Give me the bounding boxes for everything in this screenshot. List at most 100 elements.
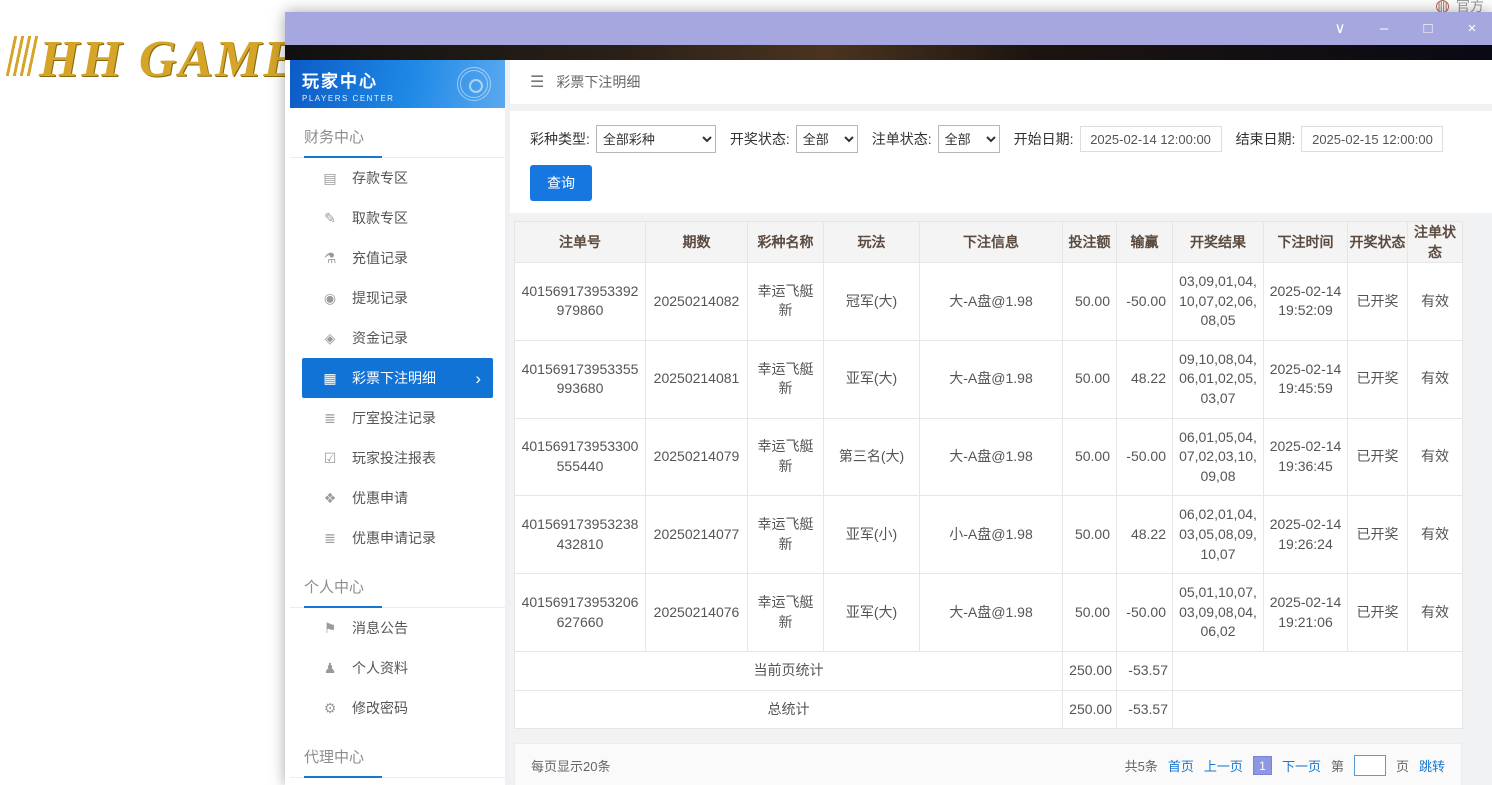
sidebar-item-label: 存款专区 [352, 168, 408, 188]
promo-icon: ❖ [322, 490, 338, 507]
cell-bet_info: 小-A盘@1.98 [920, 496, 1063, 574]
cell-lottery: 幸运飞艇新 [748, 340, 824, 418]
sidebar-item-label: 彩票下注明细 [352, 368, 436, 388]
withdraw-icon: ✎ [322, 210, 338, 227]
page-jump-input[interactable] [1354, 755, 1386, 776]
prev-page-link[interactable]: 上一页 [1204, 756, 1243, 775]
main-content: ☰ 彩票下注明细 彩种类型: 全部彩种 开奖状态: 全部 注单状态: 全部 [510, 60, 1492, 785]
window-body: 玩家中心 PLAYERS CENTER 财务中心▤存款专区✎取款专区⚗充值记录◉… [285, 60, 1492, 785]
cell-order_no: 401569173953392979860 [515, 263, 646, 341]
lottery-type-select[interactable]: 全部彩种 [596, 125, 716, 153]
sidebar-item-deposit[interactable]: ▤存款专区 [290, 158, 505, 198]
cell-amount: 50.00 [1063, 263, 1117, 341]
sidebar-item-label: 资金记录 [352, 328, 408, 348]
window-minimize-button[interactable]: – [1376, 21, 1392, 36]
sidebar-item-announcements[interactable]: ⚑消息公告 [290, 608, 505, 648]
column-header-lottery: 彩种名称 [748, 222, 824, 263]
order-status-select[interactable]: 全部 [938, 125, 1000, 153]
cell-order_status: 有效 [1408, 496, 1463, 574]
total-summary-row: 总统计250.00-53.57 [515, 690, 1463, 729]
promo-record-icon: ≣ [322, 530, 338, 547]
sidebar-item-withdrawal-record[interactable]: ◉ 提现记录 [290, 278, 505, 318]
table-header-row: 注单号期数彩种名称玩法下注信息投注额输赢开奖结果下注时间开奖状态注单状态 [515, 222, 1463, 263]
table-row: 40156917395323843281020250214077幸运飞艇新亚军(… [515, 496, 1463, 574]
cell-win_loss: 48.22 [1117, 340, 1173, 418]
cell-order_no: 401569173953355993680 [515, 340, 646, 418]
cell-amount: 50.00 [1063, 418, 1117, 496]
end-date-input[interactable] [1301, 126, 1443, 152]
cell-order_status: 有效 [1408, 574, 1463, 652]
sidebar-item-change-password[interactable]: ⚙修改密码 [290, 688, 505, 728]
cell-lottery: 幸运飞艇新 [748, 418, 824, 496]
sidebar-item-player-bet-report[interactable]: ☑玩家投注报表 [290, 438, 505, 478]
cell-draw_status: 已开奖 [1348, 574, 1408, 652]
sidebar-item-funds-record[interactable]: ◈ 资金记录 [290, 318, 505, 358]
cell-order_status: 有效 [1408, 418, 1463, 496]
total-count-text: 共5条 [1125, 756, 1158, 775]
page-size-text: 每页显示20条 [531, 756, 610, 775]
menu-icon[interactable]: ☰ [530, 72, 544, 92]
sidebar-item-promo-apply-record[interactable]: ≣ 优惠申请记录 [290, 518, 505, 558]
table-row: 40156917395330055544020250214079幸运飞艇新第三名… [515, 418, 1463, 496]
sidebar-item-label: 厅室投注记录 [352, 408, 436, 428]
sidebar-item-hall-bet-record[interactable]: ≣厅室投注记录 [290, 398, 505, 438]
column-header-result: 开奖结果 [1173, 222, 1264, 263]
bets-table: 注单号期数彩种名称玩法下注信息投注额输赢开奖结果下注时间开奖状态注单状态4015… [514, 221, 1463, 729]
current-page-indicator[interactable]: 1 [1253, 756, 1272, 775]
sidebar-item-label: 优惠申请记录 [352, 528, 436, 548]
sidebar-item-profile[interactable]: ♟个人资料 [290, 648, 505, 688]
site-logo: HH GAME [10, 30, 300, 89]
order-status-label: 注单状态: [872, 129, 932, 149]
next-page-link[interactable]: 下一页 [1282, 756, 1321, 775]
logo-text: HH GAME [39, 31, 300, 88]
app-window: ∨ – □ × 玩家中心 PLAYERS CENTER 财务中心▤存款专区✎取款… [285, 12, 1492, 785]
page-title: 彩票下注明细 [556, 72, 640, 92]
cell-bet_time: 2025-02-14 19:45:59 [1264, 340, 1348, 418]
jump-suffix-label: 页 [1396, 756, 1409, 775]
cell-amount: 50.00 [1063, 574, 1117, 652]
cell-order_no: 401569173953300555440 [515, 418, 646, 496]
sidebar-section-title-1: 财务中心 [290, 114, 505, 158]
first-page-link[interactable]: 首页 [1168, 756, 1194, 775]
end-date-label: 结束日期: [1236, 129, 1296, 149]
column-header-bet_time: 下注时间 [1264, 222, 1348, 263]
cell-lottery: 幸运飞艇新 [748, 263, 824, 341]
sidebar-item-label: 玩家投注报表 [352, 448, 436, 468]
sidebar-nav: 财务中心▤存款专区✎取款专区⚗充值记录◉提现记录◈资金记录▦彩票下注明细›≣厅室… [290, 114, 505, 778]
cell-result: 03,09,01,04,10,07,02,06,08,05 [1173, 263, 1264, 341]
summary-label: 当前页统计 [515, 651, 1063, 690]
summary-winloss: -53.57 [1117, 651, 1173, 690]
sidebar: 玩家中心 PLAYERS CENTER 财务中心▤存款专区✎取款专区⚗充值记录◉… [285, 60, 510, 785]
start-date-input[interactable] [1080, 126, 1222, 152]
cell-lottery: 幸运飞艇新 [748, 496, 824, 574]
table-row: 40156917395339297986020250214082幸运飞艇新冠军(… [515, 263, 1463, 341]
cell-period: 20250214079 [646, 418, 748, 496]
withdrawal-record-icon: ◉ [322, 290, 338, 307]
cell-play: 亚军(大) [824, 574, 920, 652]
draw-status-select[interactable]: 全部 [796, 125, 858, 153]
jump-button[interactable]: 跳转 [1419, 756, 1445, 775]
sidebar-item-promo-apply[interactable]: ❖优惠申请 [290, 478, 505, 518]
sidebar-item-lottery-bet-detail[interactable]: ▦彩票下注明细› [302, 358, 493, 398]
window-maximize-button[interactable]: □ [1420, 21, 1436, 36]
cell-bet_info: 大-A盘@1.98 [920, 418, 1063, 496]
window-close-button[interactable]: × [1464, 21, 1480, 36]
sidebar-item-label: 修改密码 [352, 698, 408, 718]
lottery-type-label: 彩种类型: [530, 129, 590, 149]
sidebar-item-label: 充值记录 [352, 248, 408, 268]
sidebar-item-withdraw[interactable]: ✎取款专区 [290, 198, 505, 238]
search-button[interactable]: 查询 [530, 165, 592, 201]
cell-order_no: 401569173953206627660 [515, 574, 646, 652]
cell-play: 冠军(大) [824, 263, 920, 341]
sidebar-section-title-2: 个人中心 [290, 564, 505, 608]
sidebar-item-recharge-record[interactable]: ⚗充值记录 [290, 238, 505, 278]
column-header-win_loss: 输赢 [1117, 222, 1173, 263]
funds-record-icon: ◈ [322, 330, 338, 347]
cell-result: 09,10,08,04,06,01,02,05,03,07 [1173, 340, 1264, 418]
cell-bet_info: 大-A盘@1.98 [920, 263, 1063, 341]
announcement-icon: ⚑ [322, 620, 338, 637]
window-rollup-button[interactable]: ∨ [1332, 21, 1348, 36]
sidebar-item-label: 提现记录 [352, 288, 408, 308]
column-header-amount: 投注额 [1063, 222, 1117, 263]
sidebar-section-title-3: 代理中心 [290, 734, 505, 778]
